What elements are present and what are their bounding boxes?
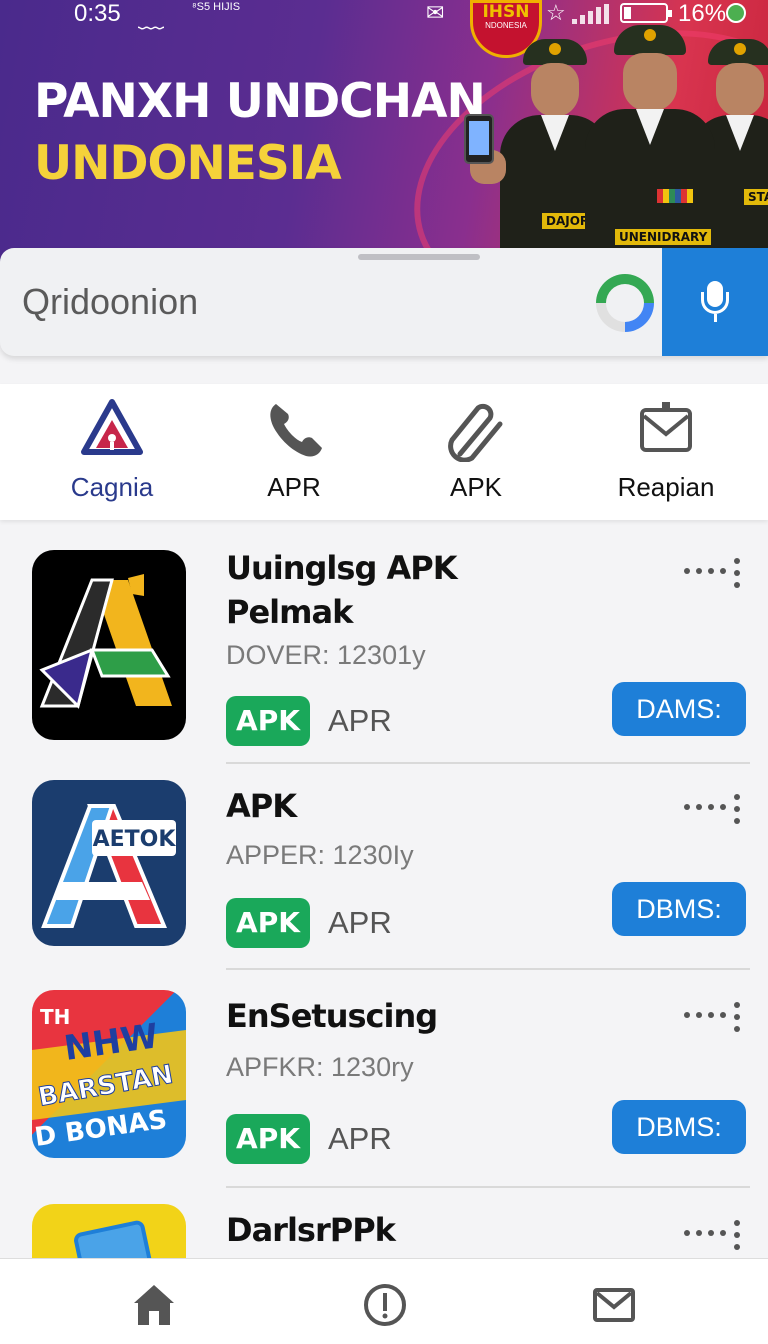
voice-search-button[interactable]	[662, 248, 768, 356]
app-version: DOVER: 12301y	[226, 640, 426, 670]
download-button[interactable]: DAMS:	[612, 682, 746, 736]
alert-triangle-icon	[81, 399, 143, 455]
app-name-continued: Pelmak	[226, 593, 353, 631]
category-tabs: Cagnia APR APK Reapian	[0, 384, 768, 520]
app-version: APPER: 1230Iy	[226, 840, 414, 870]
divider	[226, 762, 750, 764]
mail-icon	[640, 402, 692, 452]
app-icon: AETOK	[32, 780, 186, 946]
drag-handle[interactable]	[358, 254, 480, 260]
mail-icon	[593, 1288, 635, 1322]
officer-tag: UNENIDRARY	[615, 229, 712, 245]
notification-icon: ✉	[426, 0, 445, 25]
list-item[interactable]: TH NHW BARSTAN D BONAS EnSetuscing APFKR…	[0, 972, 768, 1188]
emblem-subtext: NDONESIA	[485, 21, 527, 30]
app-name: DarlsrPPk	[226, 1211, 396, 1249]
status-sub-label: ⁸S5 HIJIS	[192, 1, 241, 13]
paperclip-icon	[448, 403, 503, 462]
app-version: APFKR: 1230ry	[226, 1052, 414, 1082]
app-name: Uuinglsg APK	[226, 549, 457, 587]
info-icon	[364, 1284, 406, 1326]
search-input[interactable]	[22, 276, 582, 328]
home-icon	[134, 1285, 174, 1325]
app-icon-text: AETOK	[93, 827, 177, 852]
emblem-text: IHSN	[482, 2, 530, 22]
divider	[226, 968, 750, 970]
app-icon	[32, 550, 186, 740]
more-options-icon[interactable]	[680, 1220, 742, 1256]
download-button[interactable]: DBMS:	[612, 882, 746, 936]
app-name: EnSetuscing	[226, 997, 438, 1035]
more-options-icon[interactable]	[680, 1002, 742, 1038]
tab-label: Reapian	[617, 472, 715, 502]
smartphone-icon	[464, 114, 494, 164]
app-name: APK	[226, 787, 297, 825]
tab-label: APK	[449, 472, 503, 502]
officer-figure: UNENIDRARY	[585, 25, 715, 265]
nav-home[interactable]	[26, 1259, 282, 1344]
tab-apr[interactable]: APR	[198, 384, 390, 520]
download-button[interactable]: DBMS:	[612, 1100, 746, 1154]
status-time: 0:35	[74, 0, 121, 27]
more-options-icon[interactable]	[680, 794, 742, 830]
star-icon: ☆	[546, 0, 566, 25]
app-tag: APR	[328, 703, 392, 738]
nav-messages[interactable]	[486, 1259, 742, 1344]
banner-subtitle: UNDONESIA	[34, 136, 342, 191]
app-screen: 0:35 ﹏ ⁸S5 HIJIS ✉ ☆ 16% IHSN NDONESIA P…	[0, 0, 768, 1344]
wifi-icon: ﹏	[138, 3, 165, 33]
tab-reapian[interactable]: Reapian	[570, 384, 762, 520]
tab-cagnia[interactable]: Cagnia	[16, 384, 208, 520]
app-icon: TH NHW BARSTAN D BONAS	[32, 990, 186, 1158]
phone-icon	[270, 404, 322, 457]
promo-banner[interactable]: 0:35 ﹏ ⁸S5 HIJIS ✉ ☆ 16% IHSN NDONESIA P…	[0, 0, 768, 265]
banner-title: PANXH UNDCHAN	[34, 74, 486, 129]
list-item[interactable]: DarlsrPPk	[0, 1188, 768, 1324]
more-options-icon[interactable]	[680, 558, 742, 594]
tab-apk[interactable]: APK	[380, 384, 572, 520]
battery-percent: 16%	[678, 0, 727, 27]
tab-label: APR	[267, 472, 321, 502]
signal-icon	[572, 4, 610, 24]
app-icon-text: TH	[40, 1005, 70, 1029]
lens-icon[interactable]	[596, 274, 654, 332]
list-item[interactable]: Uuinglsg APK Pelmak DOVER: 12301y APK AP…	[0, 520, 768, 766]
status-indicator-icon	[726, 3, 746, 23]
battery-icon	[620, 3, 672, 23]
app-tag: APR	[328, 1121, 392, 1156]
list-item[interactable]: AETOK APK APPER: 1230Iy APK APR DBMS:	[0, 766, 768, 972]
apk-badge: APK	[226, 696, 310, 746]
app-tag: APR	[328, 905, 392, 940]
bottom-navigation	[0, 1258, 768, 1344]
officer-tag: STAVEL	[744, 189, 768, 205]
apk-badge: APK	[226, 1114, 310, 1164]
tab-label: Cagnia	[70, 472, 154, 502]
apk-badge: APK	[226, 898, 310, 948]
nav-info[interactable]	[257, 1259, 513, 1344]
